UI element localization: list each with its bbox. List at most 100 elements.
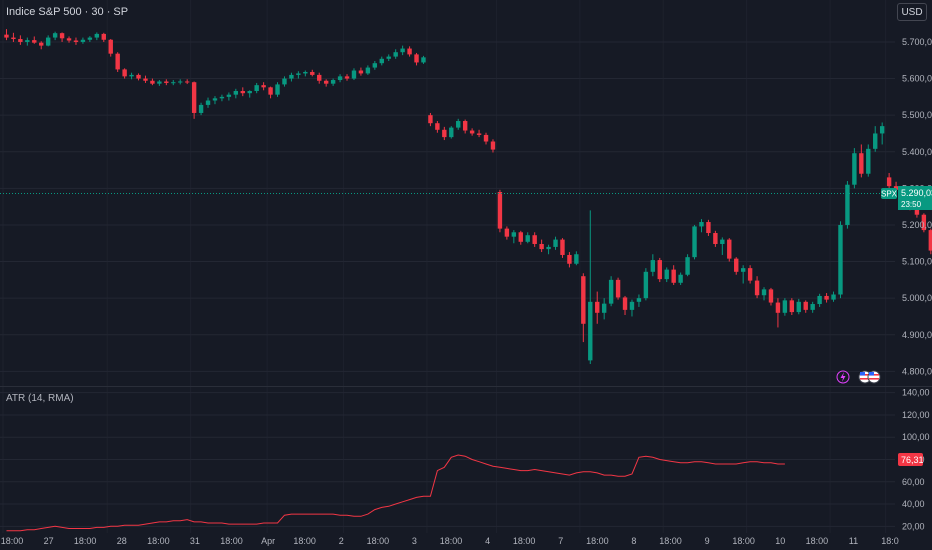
- candle: [449, 126, 454, 139]
- candle: [115, 52, 120, 72]
- atr-tick: 40,00: [902, 499, 925, 509]
- candle: [504, 226, 510, 240]
- candle: [601, 298, 607, 320]
- time-tick: 9: [705, 536, 710, 546]
- currency-button[interactable]: USD: [897, 3, 927, 21]
- candle: [442, 126, 447, 141]
- time-tick: 18:00: [659, 536, 682, 546]
- candle: [337, 74, 343, 83]
- candle: [52, 31, 58, 41]
- candle: [282, 76, 287, 87]
- candle: [873, 126, 878, 152]
- candle: [275, 82, 280, 97]
- lightning-icon[interactable]: [836, 370, 850, 384]
- candle: [845, 181, 850, 229]
- candle: [560, 238, 565, 258]
- candle: [789, 298, 795, 315]
- candle: [261, 82, 266, 91]
- candle: [171, 80, 176, 86]
- candle: [574, 251, 579, 266]
- candle: [233, 88, 239, 99]
- candle: [657, 257, 662, 283]
- candle: [303, 70, 308, 77]
- time-tick: 18:00: [367, 536, 390, 546]
- atr-value: 76,31: [901, 455, 924, 465]
- time-axis[interactable]: 18:00 27 18:00 28 18:00 31 18:00 Apr 18:00 2 18:00…: [1, 536, 899, 546]
- candle: [588, 210, 593, 365]
- candle: [886, 172, 892, 190]
- time-tick: 31: [190, 536, 200, 546]
- candle: [219, 94, 225, 102]
- price-tick: 4.900,00: [902, 330, 932, 340]
- candle: [740, 265, 746, 284]
- price-tick: 5.000,00: [902, 293, 932, 303]
- candle: [476, 129, 482, 138]
- time-tick: 18:00: [1, 536, 24, 546]
- candle: [205, 97, 211, 108]
- time-tick: 18:00: [220, 536, 243, 546]
- candle: [511, 230, 517, 244]
- candle: [400, 45, 405, 56]
- candle: [706, 219, 711, 236]
- candle: [824, 293, 829, 303]
- candle: [525, 232, 530, 244]
- atr-tick: 120,00: [902, 410, 930, 420]
- time-tick: 18:00: [147, 536, 170, 546]
- candle: [532, 232, 537, 247]
- atr-value-label: 76,31: [898, 453, 924, 466]
- candle: [184, 79, 190, 85]
- candle: [4, 29, 9, 41]
- candle: [25, 37, 30, 46]
- atr-tick: 20,00: [902, 521, 925, 531]
- price-series: [4, 29, 932, 365]
- last-price-label: SPX 5.290,03 23:50: [881, 186, 932, 210]
- candle: [810, 301, 815, 313]
- candle: [358, 67, 364, 76]
- candle: [727, 238, 732, 262]
- candle: [469, 128, 475, 136]
- candle: [817, 293, 822, 307]
- candle: [45, 35, 51, 47]
- candle: [157, 80, 162, 86]
- candle: [859, 144, 864, 178]
- candle: [254, 82, 259, 94]
- candle: [768, 287, 774, 306]
- candle: [150, 78, 155, 86]
- candle: [803, 300, 808, 313]
- us-flag-icon[interactable]: [867, 370, 881, 384]
- candle: [365, 65, 371, 75]
- chart-canvas[interactable]: 5.700,005.600,005.500,005.400,005.300,00…: [0, 0, 932, 550]
- candle: [595, 291, 600, 324]
- price-tick: 5.200,00: [902, 220, 932, 230]
- events-row[interactable]: [836, 370, 881, 384]
- candle: [136, 73, 141, 81]
- time-tick: 18:00: [440, 536, 463, 546]
- time-tick: 8: [631, 536, 636, 546]
- time-tick: Apr: [261, 536, 275, 546]
- candle: [546, 244, 551, 255]
- candle: [386, 54, 391, 61]
- symbol-title[interactable]: Indice S&P 500 · 30 · SP: [6, 6, 128, 18]
- candle: [615, 277, 621, 300]
- candle: [490, 139, 496, 153]
- candle: [775, 298, 781, 328]
- candle: [838, 221, 843, 299]
- price-tick: 5.500,00: [902, 110, 932, 120]
- candle: [407, 46, 412, 57]
- candle: [581, 273, 586, 343]
- candle: [178, 79, 183, 85]
- time-tick: 7: [558, 536, 563, 546]
- price-tick: 4.800,00: [902, 366, 932, 376]
- candle: [671, 265, 676, 285]
- atr-line: [6, 454, 785, 532]
- candle: [643, 268, 649, 301]
- candle: [650, 254, 656, 277]
- candle: [539, 239, 544, 253]
- candle: [101, 32, 106, 42]
- indicator-title[interactable]: ATR (14, RMA): [6, 393, 74, 404]
- candle: [379, 56, 384, 66]
- time-tick: 18:00: [732, 536, 755, 546]
- candle: [782, 298, 788, 316]
- candle: [435, 121, 440, 133]
- candle: [268, 86, 273, 99]
